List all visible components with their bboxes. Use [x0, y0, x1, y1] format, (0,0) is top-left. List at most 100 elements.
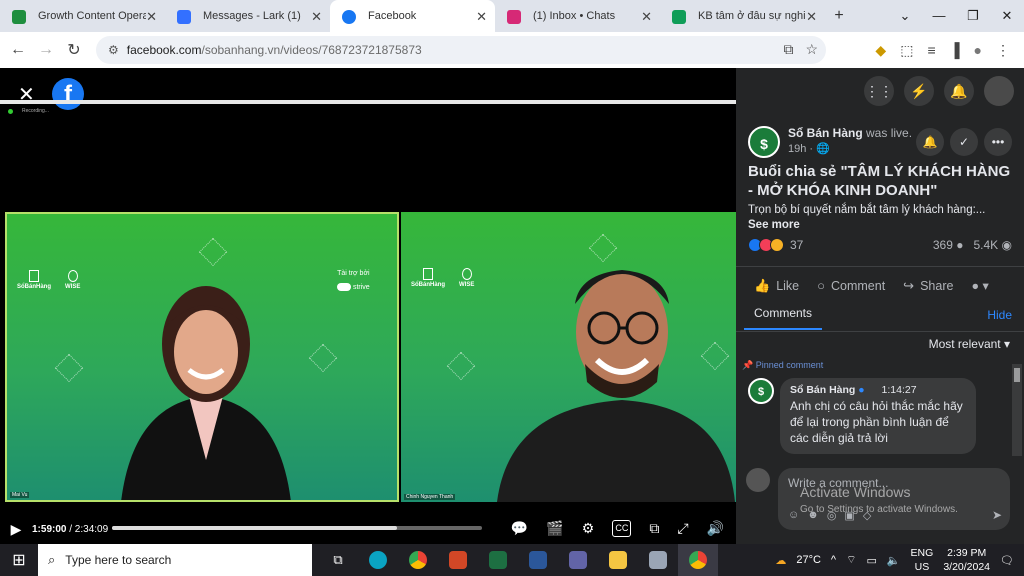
browser-tab-growth[interactable]: Growth Content Operatio ✕ [0, 0, 165, 32]
tab-comments[interactable]: Comments [744, 306, 823, 330]
battery-icon[interactable]: ▭ [866, 554, 876, 567]
minimize-icon[interactable]: — [922, 0, 956, 32]
reaction-as-selector[interactable]: ● ▾ [971, 278, 988, 293]
volume-muted-icon[interactable]: 🔈 [887, 554, 901, 567]
close-tab-icon[interactable]: ✕ [806, 9, 817, 25]
extensions-puzzle-icon[interactable]: ⬚ [900, 42, 913, 59]
close-tab-icon[interactable]: ✕ [641, 9, 652, 25]
browser-tab-instagram[interactable]: (1) Inbox • Chats ✕ [495, 0, 660, 32]
word-icon[interactable] [518, 544, 558, 576]
follow-bell-icon[interactable]: 🔔 [916, 128, 944, 156]
comment-sort-dropdown[interactable]: Most relevant ▾ [929, 337, 1010, 351]
browser-tab-kb[interactable]: KB tâm ở đâu sự nghiệp ✕ [660, 0, 825, 32]
user-avatar[interactable] [746, 468, 770, 492]
close-tab-icon[interactable]: ✕ [311, 9, 322, 25]
sobanhang-logo: SổBánHàng [17, 270, 51, 290]
send-icon[interactable]: ➤ [992, 508, 1002, 522]
teams-icon[interactable] [558, 544, 598, 576]
bookmark-star-icon[interactable]: ☆ [805, 41, 818, 58]
comment-bubble-icon[interactable]: 💬 [511, 520, 528, 537]
globe-icon: · 🌐 [809, 143, 830, 155]
address-bar[interactable]: ⚙ facebook.com /sobanhang.vn/videos/7687… [96, 36, 826, 64]
chrome-active-icon[interactable] [678, 544, 718, 576]
network-icon[interactable]: ⌔ [846, 553, 856, 567]
excel-icon[interactable] [478, 544, 518, 576]
activation-watermark: Activate Windows Go to Settings to activ… [800, 484, 958, 515]
site-info-icon[interactable]: ⚙ [108, 43, 119, 57]
apps-grid-icon[interactable]: ⋮⋮ [864, 76, 894, 106]
temperature[interactable]: 27°C [796, 554, 821, 566]
settings-gear-icon[interactable]: ⚙ [582, 520, 595, 537]
install-app-icon[interactable]: ⧉ [783, 41, 793, 58]
reactions-summary[interactable]: 37 [748, 238, 803, 252]
page-avatar[interactable]: $ [748, 126, 780, 158]
browser-toolbar: ← → ↻ ⚙ facebook.com /sobanhang.vn/video… [0, 32, 1024, 68]
task-view-icon[interactable]: ⧉ [318, 544, 358, 576]
page-name[interactable]: Sổ Bán Hàng [788, 126, 863, 140]
notifications-bell-icon[interactable]: 🔔 [944, 76, 974, 106]
url-host: facebook.com [126, 43, 202, 57]
new-tab-button[interactable]: + [825, 0, 853, 32]
speaker-figure [497, 270, 735, 502]
file-explorer-icon[interactable] [598, 544, 638, 576]
comment-timestamp[interactable]: 1:14:27 [882, 384, 917, 396]
sponsor-name: strive [352, 283, 370, 291]
restore-icon[interactable]: ❐ [956, 0, 990, 32]
post-time[interactable]: 19h [788, 143, 806, 155]
close-tab-icon[interactable]: ✕ [476, 9, 487, 25]
chrome-icon[interactable] [398, 544, 438, 576]
browser-tab-lark[interactable]: Messages - Lark (1) ✕ [165, 0, 330, 32]
hide-comments-link[interactable]: Hide [987, 308, 1012, 322]
media-control-icon[interactable]: ≡ [927, 42, 935, 58]
weather-icon[interactable]: ☁ [775, 554, 786, 567]
taskbar-search[interactable]: ⌕ Type here to search [38, 544, 312, 576]
menu-kebab-icon[interactable]: ⋮ [996, 42, 1010, 59]
notifications-icon[interactable]: 🗨 [1000, 554, 1014, 567]
comment-author[interactable]: Sổ Bán Hàng [790, 384, 855, 396]
more-options-icon[interactable]: ••• [984, 128, 1012, 156]
comment-button[interactable]: ○ Comment [817, 278, 885, 293]
close-tab-icon[interactable]: ✕ [146, 9, 157, 25]
profile-avatar-icon[interactable]: ● [974, 42, 982, 58]
messenger-icon[interactable]: ⚡ [904, 76, 934, 106]
edge-icon[interactable] [358, 544, 398, 576]
play-icon[interactable]: ▶ [0, 521, 32, 538]
video-tile-speaker-1: SổBánHàng WISE Tài trợ bởi strive Mai Vu [5, 212, 399, 502]
facebook-logo-icon[interactable]: f [52, 78, 84, 110]
see-more-link[interactable]: See more [748, 219, 800, 231]
recording-label: Recording... [22, 108, 49, 114]
language-indicator[interactable]: ENG US [911, 546, 934, 574]
save-post-icon[interactable]: ✓ [950, 128, 978, 156]
captions-icon[interactable]: CC [612, 520, 632, 537]
forward-icon[interactable]: → [32, 41, 60, 59]
seek-bar[interactable] [112, 526, 482, 530]
clip-icon[interactable]: 🎬 [546, 520, 563, 537]
comments-scrollbar[interactable] [1012, 364, 1022, 456]
browser-tab-facebook[interactable]: Facebook ✕ [330, 0, 495, 32]
like-button[interactable]: 👍 Like [754, 278, 799, 294]
back-icon[interactable]: ← [4, 41, 32, 59]
close-window-icon[interactable]: ✕ [990, 0, 1024, 32]
tab-title: (1) Inbox • Chats [533, 10, 616, 22]
video-player[interactable]: ✕ f Recording... SổBánHàng WISE Tài trợ … [0, 68, 736, 544]
volume-icon[interactable]: 🔊 [707, 520, 724, 537]
clock[interactable]: 2:39 PM 3/20/2024 [943, 546, 990, 574]
comment-avatar[interactable]: $ [748, 378, 774, 404]
profile-avatar[interactable] [984, 76, 1014, 106]
show-hidden-icons-icon[interactable]: ^ [831, 554, 836, 566]
search-icon: ⌕ [48, 552, 56, 567]
side-panel-icon[interactable]: ▐ [950, 42, 960, 58]
sheets-favicon-icon [12, 10, 26, 24]
share-button[interactable]: ↪ Share [903, 278, 953, 294]
tab-search-icon[interactable]: ⌄ [888, 0, 922, 32]
avatar-chevron-icon: ● ▾ [971, 279, 989, 293]
powerpoint-icon[interactable] [438, 544, 478, 576]
sticker-icon[interactable]: ☺ [788, 509, 799, 522]
picture-in-picture-icon[interactable]: ⧉ [649, 520, 659, 537]
reload-icon[interactable]: ↻ [60, 40, 88, 60]
comments-count[interactable]: 369 [933, 238, 953, 252]
app-icon[interactable] [638, 544, 678, 576]
fullscreen-icon[interactable]: ⤢ [677, 520, 688, 537]
extension-icon[interactable]: ◆ [875, 42, 886, 59]
windows-start-icon[interactable]: ⊞ [0, 550, 38, 570]
